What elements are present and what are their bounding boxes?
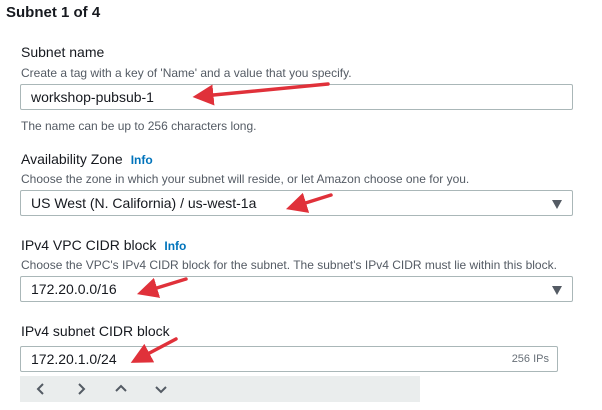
caret-down-icon (552, 286, 562, 295)
chevron-down-icon[interactable] (154, 382, 168, 396)
subnet-name-value: workshop-pubsub-1 (31, 89, 154, 105)
subnet-cidr-value: 172.20.1.0/24 (31, 351, 117, 367)
vpc-cidr-label: IPv4 VPC CIDR block Info (21, 237, 186, 253)
subnet-section-title: Subnet 1 of 4 (6, 4, 101, 21)
ip-count-label: 256 IPs (511, 353, 549, 365)
subnet-name-input[interactable]: workshop-pubsub-1 (20, 84, 573, 110)
cidr-stepper (20, 376, 420, 402)
chevron-left-icon[interactable] (34, 382, 48, 396)
subnet-cidr-label: IPv4 subnet CIDR block (21, 323, 170, 339)
subnet-cidr-input[interactable]: 172.20.1.0/24 256 IPs (20, 346, 558, 372)
subnet-name-label: Subnet name (21, 44, 105, 60)
availability-zone-description: Choose the zone in which your subnet wil… (21, 172, 470, 186)
subnet-name-description: Create a tag with a key of 'Name' and a … (21, 66, 352, 80)
availability-zone-label: Availability Zone Info (21, 151, 153, 167)
availability-zone-value: US West (N. California) / us-west-1a (31, 195, 257, 211)
availability-zone-label-text: Availability Zone (21, 151, 123, 167)
chevron-right-icon[interactable] (74, 382, 88, 396)
availability-zone-info-link[interactable]: Info (131, 153, 153, 167)
caret-down-icon (552, 200, 562, 209)
vpc-cidr-value: 172.20.0.0/16 (31, 281, 117, 297)
vpc-cidr-label-text: IPv4 VPC CIDR block (21, 237, 157, 253)
vpc-cidr-description: Choose the VPC's IPv4 CIDR block for the… (21, 258, 557, 272)
vpc-cidr-info-link[interactable]: Info (164, 239, 186, 253)
availability-zone-select[interactable]: US West (N. California) / us-west-1a (20, 190, 573, 216)
subnet-name-hint: The name can be up to 256 characters lon… (21, 119, 257, 133)
vpc-cidr-select[interactable]: 172.20.0.0/16 (20, 276, 573, 302)
chevron-up-icon[interactable] (114, 382, 128, 396)
